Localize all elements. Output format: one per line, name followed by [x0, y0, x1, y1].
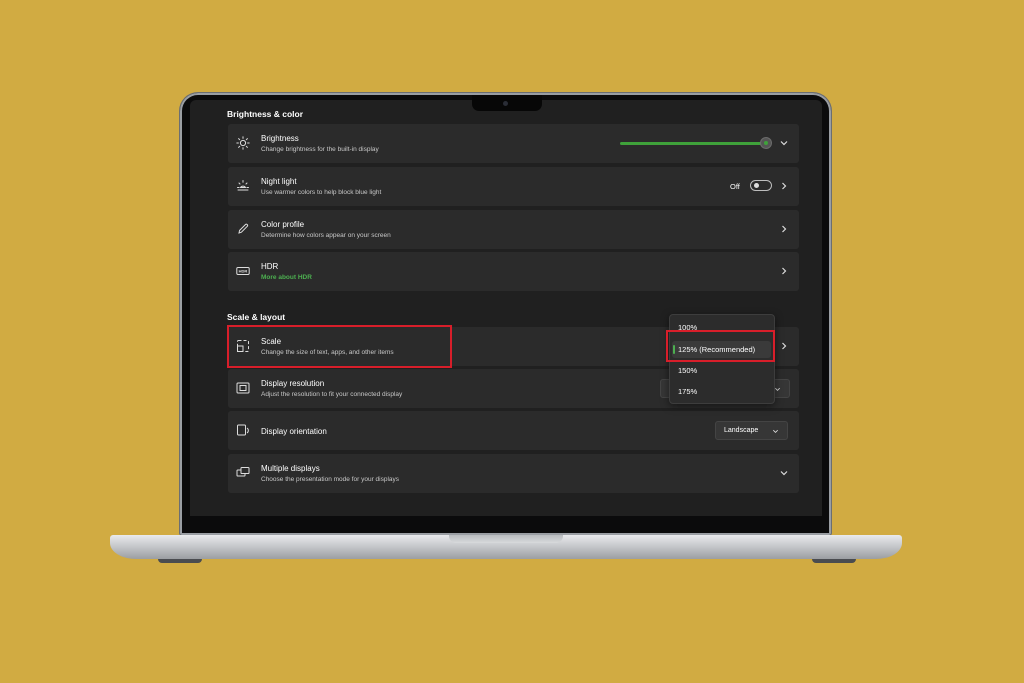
scale-highlight-box	[227, 325, 452, 368]
section-title-brightness-color: Brightness & color	[227, 109, 304, 119]
display-orientation-card[interactable]: Display orientation Landscape	[228, 411, 799, 450]
chevron-down-icon	[775, 387, 780, 391]
night-light-icon	[237, 180, 249, 191]
laptop-foot-right	[812, 559, 856, 563]
pen-icon	[238, 223, 249, 234]
display-resolution-title: Display resolution	[261, 379, 325, 388]
night-light-title: Night light	[261, 177, 297, 186]
chevron-right-icon[interactable]	[779, 341, 789, 351]
color-profile-title: Color profile	[261, 220, 305, 229]
chevron-down-icon[interactable]	[779, 468, 789, 478]
scale-option-175[interactable]: 175%	[678, 387, 697, 396]
hdr-title: HDR	[261, 262, 279, 271]
chevron-right-icon[interactable]	[779, 266, 789, 276]
hdr-icon: HDR	[236, 267, 250, 275]
orientation-icon	[237, 424, 249, 436]
sun-icon	[236, 136, 250, 150]
color-profile-card[interactable]: Color profile Determine how colors appea…	[228, 210, 799, 249]
chevron-right-icon[interactable]	[779, 181, 789, 191]
brightness-slider-track[interactable]	[620, 142, 766, 145]
night-light-toggle[interactable]	[750, 180, 772, 191]
display-orientation-title: Display orientation	[261, 427, 327, 436]
multiple-displays-subtitle: Choose the presentation mode for your di…	[261, 476, 400, 483]
toggle-knob	[754, 183, 759, 188]
resolution-icon	[236, 382, 250, 394]
brightness-title: Brightness	[261, 134, 299, 143]
night-light-state: Off	[730, 182, 740, 191]
recommended-highlight-box	[666, 330, 775, 362]
brightness-card[interactable]: Brightness Change brightness for the bui…	[228, 124, 799, 163]
scale-option-150[interactable]: 150%	[678, 366, 697, 375]
multiple-displays-card[interactable]: Multiple displays Choose the presentatio…	[228, 454, 799, 493]
multiple-displays-icon	[236, 467, 250, 477]
section-title-scale-layout: Scale & layout	[227, 312, 286, 322]
laptop-base-notch	[449, 535, 563, 543]
display-orientation-value: Landscape	[724, 427, 759, 434]
chevron-right-icon[interactable]	[779, 224, 789, 234]
night-light-subtitle: Use warmer colors to help block blue lig…	[261, 189, 382, 196]
laptop-foot-left	[158, 559, 202, 563]
multiple-displays-title: Multiple displays	[261, 464, 320, 473]
brightness-slider-thumb[interactable]	[761, 138, 771, 148]
hdr-card[interactable]: HDR HDR More about HDR	[228, 252, 799, 291]
chevron-down-icon	[773, 429, 778, 433]
color-profile-subtitle: Determine how colors appear on your scre…	[261, 232, 391, 239]
chevron-down-icon[interactable]	[779, 138, 789, 148]
settings-display-page: Brightness & color Brightness Change bri…	[190, 100, 822, 516]
svg-text:HDR: HDR	[239, 269, 248, 274]
brightness-subtitle: Change brightness for the built-in displ…	[261, 146, 379, 153]
hdr-learn-more-link[interactable]: More about HDR	[261, 274, 312, 281]
display-orientation-select[interactable]: Landscape	[715, 421, 788, 440]
display-resolution-subtitle: Adjust the resolution to fit your connec…	[261, 391, 403, 398]
night-light-card[interactable]: Night light Use warmer colors to help bl…	[228, 167, 799, 206]
camera	[503, 101, 508, 106]
